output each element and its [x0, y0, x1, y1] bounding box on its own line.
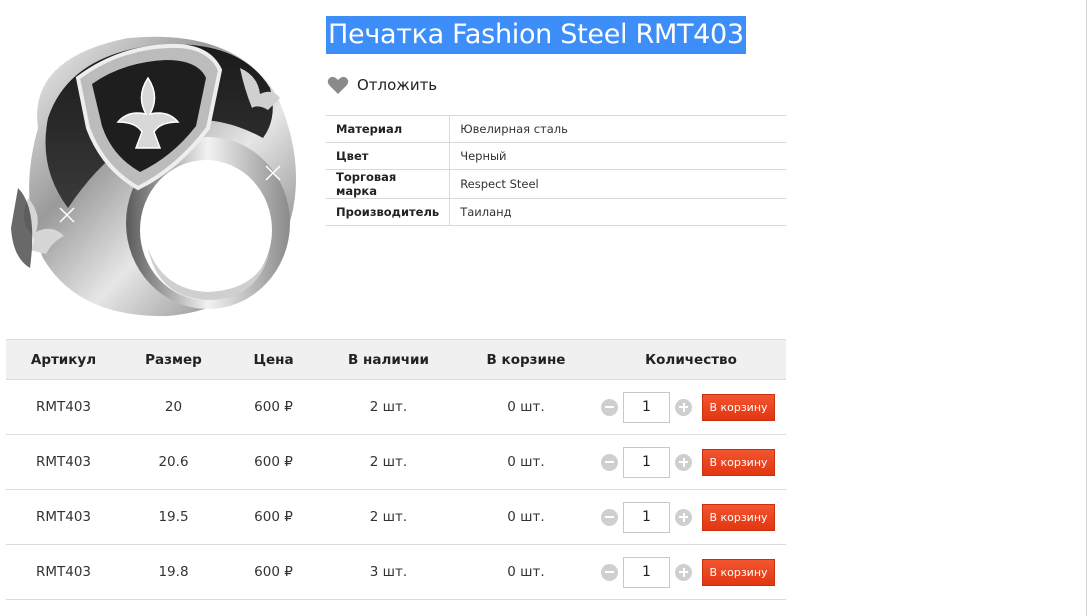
cell-price: 600 ₽ — [254, 509, 293, 525]
table-row: RMT403 20 600 ₽ 2 шт. 0 шт. В корзину — [6, 380, 786, 435]
cell-size: 19.5 — [158, 509, 189, 525]
table-row: RMT403 19.8 600 ₽ 3 шт. 0 шт. В корзину — [6, 545, 786, 600]
quantity-input[interactable] — [623, 446, 670, 478]
minus-icon[interactable] — [601, 508, 618, 526]
cell-available: 2 шт. — [369, 454, 408, 470]
plus-icon[interactable] — [675, 563, 692, 581]
header-article: Артикул — [30, 351, 97, 368]
quantity-input[interactable] — [623, 556, 670, 588]
header-size: Размер — [145, 351, 202, 368]
plus-icon[interactable] — [675, 453, 692, 471]
quantity-stepper: В корзину — [596, 556, 786, 588]
specs-table: Материал Ювелирная сталь Цвет Черный Тор… — [326, 115, 786, 226]
spec-value: Таиланд — [460, 205, 512, 219]
stock-table-header: Артикул Размер Цена В наличии В корзине … — [6, 339, 786, 380]
add-to-cart-button[interactable]: В корзину — [702, 448, 775, 476]
spec-key: Материал — [326, 115, 451, 143]
cell-price: 600 ₽ — [254, 454, 293, 470]
spec-key: Торговая марка — [326, 169, 451, 199]
minus-icon[interactable] — [601, 398, 618, 416]
cell-article: RMT403 — [35, 564, 92, 580]
page-right-border — [1086, 0, 1087, 616]
header-in-cart: В корзине — [486, 351, 566, 368]
spec-row: Производитель Таиланд — [326, 198, 786, 226]
spec-key: Производитель — [326, 198, 451, 226]
cell-article: RMT403 — [35, 454, 92, 470]
minus-icon[interactable] — [601, 563, 618, 581]
product-title: Печатка Fashion Steel RMT403 — [326, 16, 746, 54]
header-price: Цена — [253, 351, 294, 368]
table-row: RMT403 19.5 600 ₽ 2 шт. 0 шт. В корзину — [6, 490, 786, 545]
cell-article: RMT403 — [35, 399, 92, 415]
spec-value: Respect Steel — [460, 177, 539, 191]
plus-icon[interactable] — [675, 398, 692, 416]
quantity-input[interactable] — [623, 501, 670, 533]
cell-available: 3 шт. — [369, 564, 408, 580]
cell-size: 20 — [164, 399, 183, 415]
header-quantity: Количество — [645, 351, 737, 368]
cell-size: 20.6 — [158, 454, 189, 470]
cell-price: 600 ₽ — [254, 564, 293, 580]
cell-in-cart: 0 шт. — [507, 399, 545, 415]
spec-key: Цвет — [326, 142, 451, 170]
add-to-cart-button[interactable]: В корзину — [702, 558, 775, 586]
cell-available: 2 шт. — [369, 399, 408, 415]
spec-row: Торговая марка Respect Steel — [326, 169, 786, 199]
cell-in-cart: 0 шт. — [507, 454, 545, 470]
quantity-input[interactable] — [623, 391, 670, 423]
ring-image-icon — [11, 36, 296, 317]
add-to-cart-button[interactable]: В корзину — [702, 393, 775, 421]
wishlist-label: Отложить — [357, 76, 438, 94]
spec-row: Материал Ювелирная сталь — [326, 115, 786, 143]
cell-available: 2 шт. — [369, 509, 408, 525]
quantity-stepper: В корзину — [596, 446, 786, 478]
heart-icon — [327, 76, 349, 94]
table-row: RMT403 20.6 600 ₽ 2 шт. 0 шт. В корзину — [6, 435, 786, 490]
spec-value: Черный — [460, 149, 507, 163]
cell-price: 600 ₽ — [254, 399, 293, 415]
minus-icon[interactable] — [601, 453, 618, 471]
quantity-stepper: В корзину — [596, 501, 786, 533]
cell-in-cart: 0 шт. — [507, 509, 545, 525]
header-available: В наличии — [348, 351, 429, 368]
spec-value: Ювелирная сталь — [460, 122, 568, 136]
add-to-cart-button[interactable]: В корзину — [702, 503, 775, 531]
cell-in-cart: 0 шт. — [507, 564, 545, 580]
spec-row: Цвет Черный — [326, 142, 786, 170]
plus-icon[interactable] — [675, 508, 692, 526]
product-image — [8, 18, 308, 320]
stock-table: Артикул Размер Цена В наличии В корзине … — [6, 339, 786, 600]
cell-size: 19.8 — [158, 564, 189, 580]
wishlist-button[interactable]: Отложить — [327, 73, 437, 97]
quantity-stepper: В корзину — [596, 391, 786, 423]
cell-article: RMT403 — [35, 509, 92, 525]
